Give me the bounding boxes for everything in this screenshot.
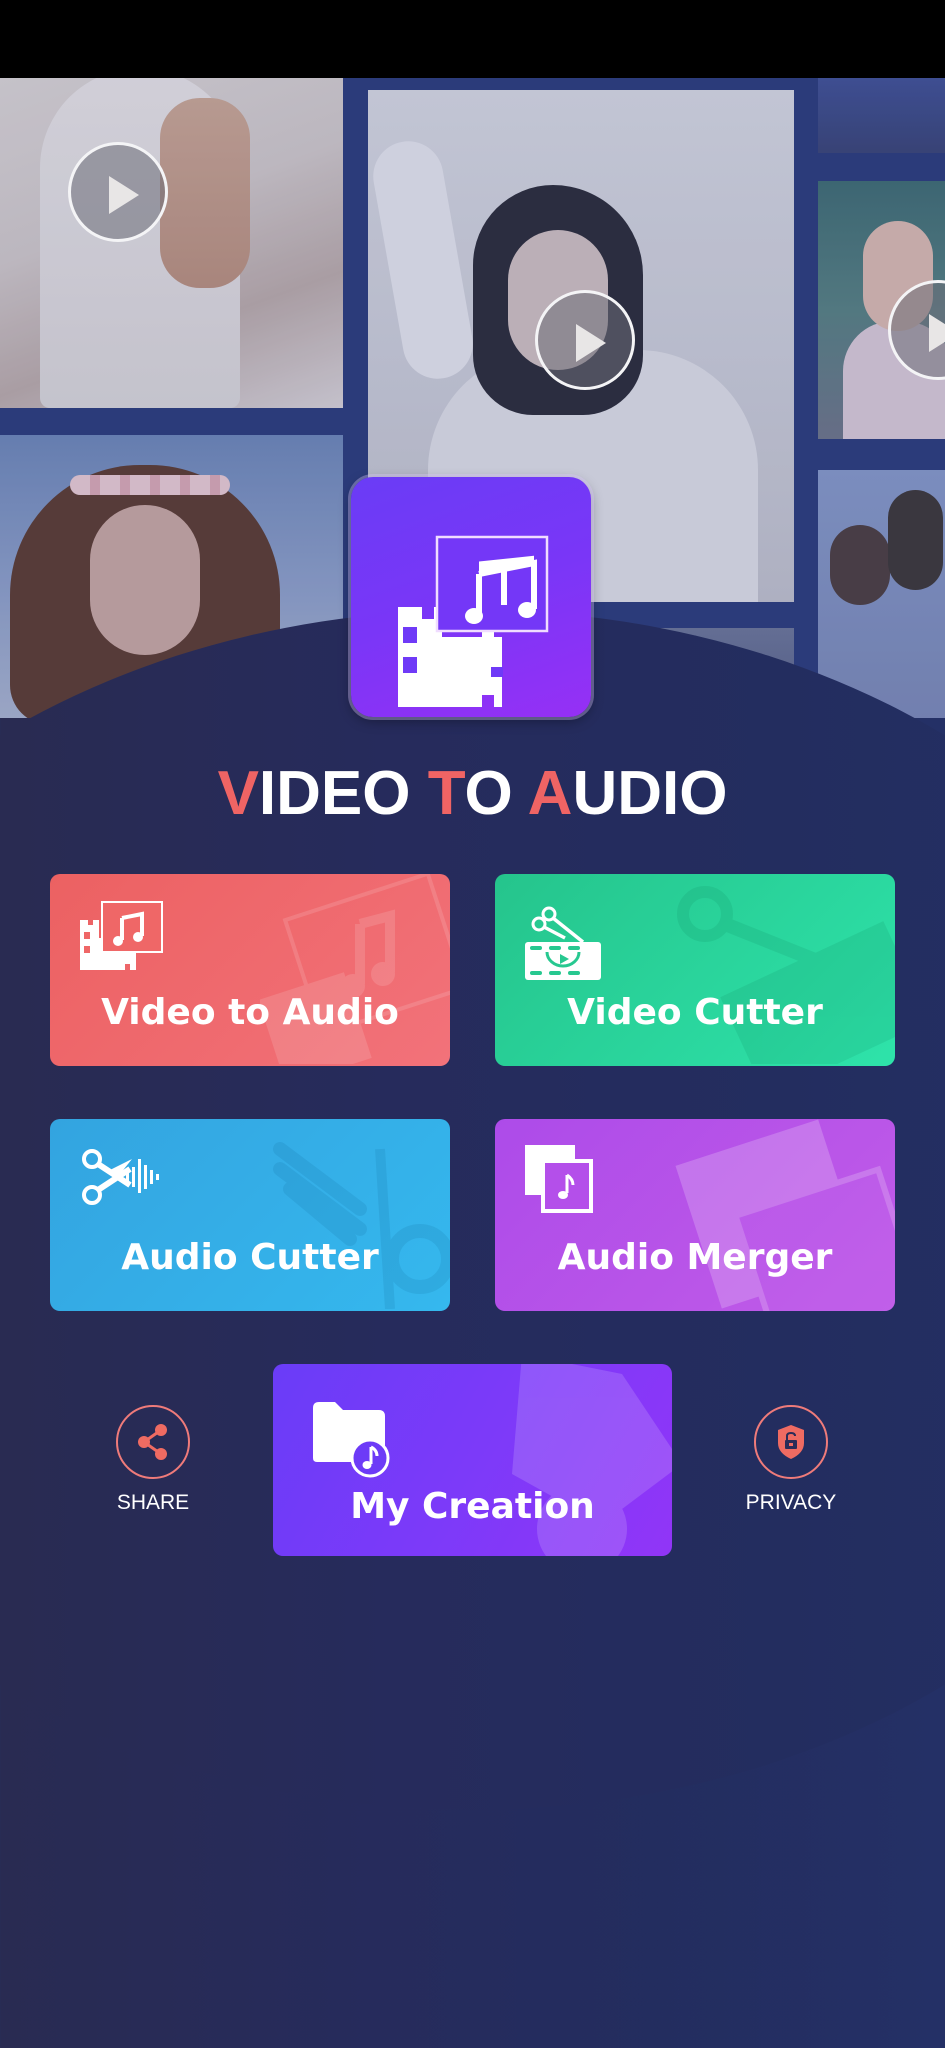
music-folder-icon	[313, 1402, 390, 1478]
music-folder-watermark-icon	[512, 1364, 672, 1556]
scissors-waveform-watermark-icon	[273, 1142, 450, 1309]
share-label: SHARE	[116, 1491, 190, 1514]
title-part: UDIO	[572, 759, 728, 828]
share-icon	[138, 1424, 167, 1460]
app-logo	[351, 477, 591, 717]
audio-merger-button[interactable]: Audio Merger	[495, 1119, 895, 1311]
my-creation-label: My Creation	[350, 1486, 595, 1527]
video-music-icon	[398, 535, 549, 707]
status-bar	[0, 0, 945, 78]
video-to-audio-button[interactable]: Video to Audio	[50, 874, 450, 1066]
privacy-button[interactable]: PRIVACY	[716, 1405, 866, 1535]
merge-music-watermark-icon	[675, 1119, 895, 1311]
shield-lock-icon	[778, 1425, 804, 1459]
title-part: IDEO	[258, 759, 428, 828]
scissors-film-icon	[525, 906, 601, 980]
play-icon[interactable]	[68, 142, 168, 242]
share-button[interactable]: SHARE	[78, 1405, 228, 1535]
scissors-film-watermark-icon	[677, 886, 895, 1064]
video-to-audio-label: Video to Audio	[101, 992, 399, 1033]
title-part: A	[527, 759, 573, 828]
audio-cutter-button[interactable]: Audio Cutter	[50, 1119, 450, 1311]
video-cutter-button[interactable]: Video Cutter	[495, 874, 895, 1066]
scissors-waveform-icon	[82, 1149, 159, 1205]
audio-cutter-label: Audio Cutter	[121, 1237, 379, 1278]
merge-music-icon	[525, 1145, 593, 1213]
audio-merger-label: Audio Merger	[557, 1237, 833, 1278]
play-icon[interactable]	[535, 290, 635, 390]
video-music-watermark-icon	[260, 874, 450, 1064]
title-part: O	[464, 759, 528, 828]
video-music-icon	[80, 901, 163, 970]
title-part: V	[217, 759, 259, 828]
my-creation-button[interactable]: My Creation	[273, 1364, 672, 1556]
video-cutter-label: Video Cutter	[567, 992, 823, 1033]
privacy-label: PRIVACY	[745, 1491, 837, 1514]
app-title: VIDEO TO AUDIO	[0, 758, 945, 829]
title-part: T	[427, 759, 465, 828]
